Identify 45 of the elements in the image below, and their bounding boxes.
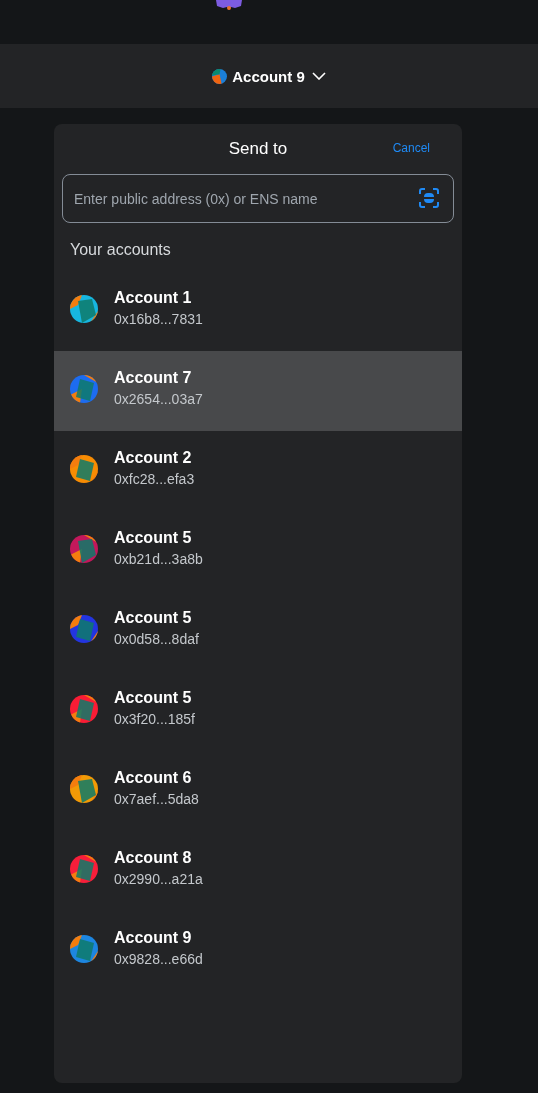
cancel-link[interactable]: Cancel <box>392 141 430 155</box>
account-item[interactable]: Account 7 0x2654...03a7 <box>54 351 462 431</box>
address-input-field[interactable]: Enter public address (0x) or ENS name <box>62 174 454 223</box>
section-heading: Your accounts <box>70 241 172 260</box>
account-name: Account 7 <box>114 369 193 387</box>
account-address: 0x2654...03a7 <box>114 391 203 407</box>
avatar-icon <box>70 455 98 483</box>
account-item[interactable]: Account 5 0xb21d...3a8b <box>54 511 462 591</box>
fox-logo-icon <box>215 0 243 10</box>
avatar-icon <box>70 935 98 963</box>
account-address: 0xfc28...efa3 <box>114 471 195 487</box>
account-address: 0x7aef...5da8 <box>114 791 199 807</box>
account-name: Account 9 <box>114 929 193 947</box>
account-item[interactable]: Account 2 0xfc28...efa3 <box>54 431 462 511</box>
account-item[interactable]: Account 5 0x0d58...8daf <box>54 591 462 671</box>
account-name: Account 5 <box>114 609 193 627</box>
avatar-icon <box>70 375 98 403</box>
avatar-icon <box>70 615 98 643</box>
panel-title: Send to <box>228 139 288 159</box>
account-item[interactable]: Account 6 0x7aef...5da8 <box>54 751 462 831</box>
account-address: 0xb21d...3a8b <box>114 551 203 567</box>
account-item[interactable]: Account 8 0x2990...a21a <box>54 831 462 911</box>
account-address: 0x16b8...7831 <box>114 311 203 327</box>
account-item[interactable]: Account 5 0x3f20...185f <box>54 671 462 751</box>
account-name: Account 1 <box>114 289 193 307</box>
avatar-icon <box>70 855 98 883</box>
account-name: Account 5 <box>114 529 193 547</box>
account-selector[interactable]: Account 9 <box>208 65 330 87</box>
account-address: 0x0d58...8daf <box>114 631 199 647</box>
avatar-icon <box>70 695 98 723</box>
avatar-icon <box>212 68 228 84</box>
account-name: Account 6 <box>114 769 193 787</box>
account-address: 0x9828...e66d <box>114 951 203 967</box>
scan-icon[interactable] <box>418 187 440 209</box>
account-name: Account 2 <box>114 449 193 467</box>
account-item[interactable]: Account 9 0x9828...e66d <box>54 911 462 991</box>
avatar-icon <box>70 535 98 563</box>
account-address: 0x2990...a21a <box>114 871 203 887</box>
account-name: Account 5 <box>114 689 193 707</box>
avatar-icon <box>70 295 98 323</box>
account-address: 0x3f20...185f <box>114 711 195 727</box>
account-item[interactable]: Account 1 0x16b8...7831 <box>54 271 462 351</box>
account-name: Account 8 <box>114 849 193 867</box>
caret-icon <box>311 72 326 80</box>
avatar-icon <box>70 775 98 803</box>
